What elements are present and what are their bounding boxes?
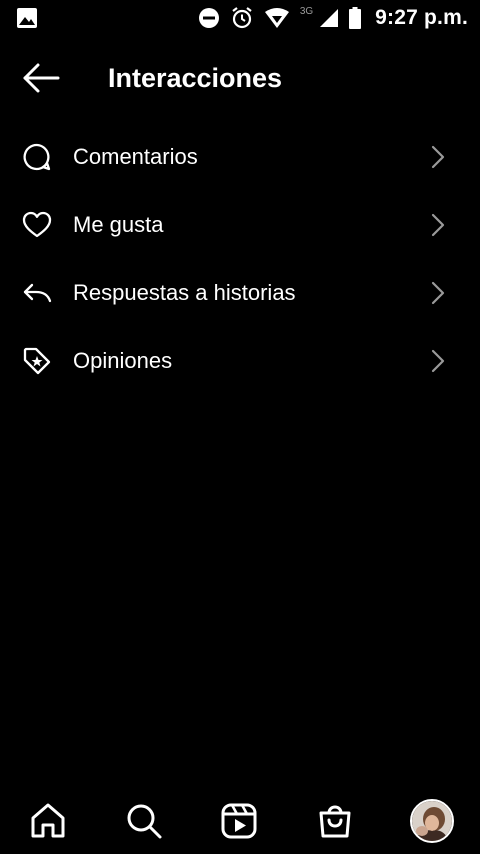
signal-icon <box>320 9 339 27</box>
chevron-right-icon <box>431 349 445 373</box>
profile-avatar[interactable] <box>410 799 454 843</box>
menu-item-comments[interactable]: Comentarios <box>0 122 480 190</box>
bottom-nav <box>0 788 480 854</box>
heart-icon <box>22 211 52 238</box>
back-arrow-icon[interactable] <box>22 62 60 94</box>
comment-icon <box>23 143 51 171</box>
menu-item-label: Respuestas a historias <box>73 280 296 305</box>
menu-item-label: Opiniones <box>73 348 173 373</box>
alarm-icon <box>232 7 252 29</box>
menu-item-label: Comentarios <box>73 144 198 169</box>
menu-item-label: Me gusta <box>73 212 164 237</box>
network-type: 3G <box>299 5 314 17</box>
status-bar-right: 3G 9:27 p.m. <box>198 4 468 32</box>
image-notification-icon <box>17 8 37 28</box>
review-tag-icon <box>23 347 51 375</box>
wifi-icon <box>264 8 289 28</box>
chevron-right-icon <box>431 213 445 237</box>
chevron-right-icon <box>431 145 445 169</box>
status-bar: 3G 9:27 p.m. <box>0 0 480 36</box>
battery-icon <box>349 7 362 29</box>
menu-item-story-replies[interactable]: Respuestas a historias <box>0 258 480 326</box>
header: Interacciones <box>0 46 480 110</box>
page-title: Interacciones <box>108 63 283 93</box>
reply-icon <box>23 283 52 303</box>
reels-icon[interactable] <box>219 801 259 841</box>
home-icon[interactable] <box>28 801 68 841</box>
chevron-right-icon <box>431 281 445 305</box>
do-not-disturb-icon <box>198 8 219 28</box>
avatar-image <box>412 801 452 841</box>
interactions-menu: Comentarios Me gusta Respuestas a histor… <box>0 122 480 394</box>
status-time: 9:27 p.m. <box>375 6 468 29</box>
shop-icon[interactable] <box>315 801 355 841</box>
search-icon[interactable] <box>124 801 164 841</box>
menu-item-likes[interactable]: Me gusta <box>0 190 480 258</box>
menu-item-reviews[interactable]: Opiniones <box>0 326 480 394</box>
